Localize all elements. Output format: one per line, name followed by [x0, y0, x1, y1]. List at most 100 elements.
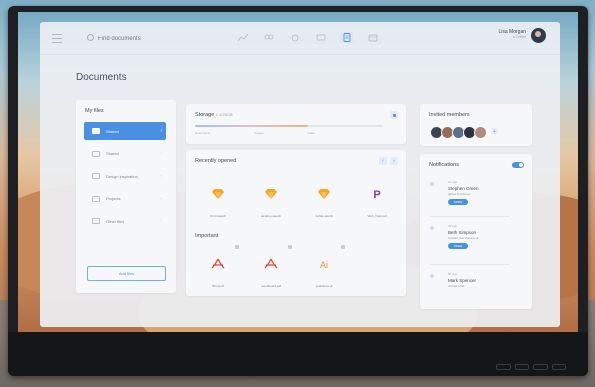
- doc-caption: guidelines.ai: [315, 284, 333, 288]
- sketch-icon: [301, 176, 347, 212]
- notifications-title: Notifications: [429, 162, 459, 168]
- file-item-label: Other files: [106, 218, 125, 224]
- storage-legend-video: Video: [307, 131, 315, 135]
- storage-bar: [195, 125, 383, 127]
- documents-icon[interactable]: [340, 32, 353, 43]
- important-doc[interactable]: moodboard.pdf: [245, 245, 297, 288]
- user-status: ● Online: [512, 35, 526, 39]
- notification-time: 5h ago: [448, 272, 458, 276]
- recent-pager: ‹ ›: [379, 157, 398, 165]
- notification-bullet: [430, 226, 434, 230]
- notifications-toggle[interactable]: [512, 162, 524, 168]
- add-files-button[interactable]: Add files: [87, 266, 166, 281]
- recent-doc[interactable]: desktop.sketch: [245, 176, 297, 218]
- doc-caption: desktop.sketch: [260, 214, 281, 218]
- doc-caption: UI kit.sketch: [209, 214, 227, 218]
- chart-icon[interactable]: [236, 32, 249, 43]
- file-item-design-inspiration[interactable]: Design inspiration ›: [84, 167, 166, 185]
- add-member-icon[interactable]: +: [491, 128, 498, 135]
- doc-caption: Brief.pdf: [212, 284, 224, 288]
- page-title: Documents: [76, 72, 127, 83]
- invited-members-card: Invited members +: [420, 104, 532, 146]
- files-list: Shared › Shared › Design inspiration › P…: [84, 122, 166, 235]
- notification-text: added 5 pictures: [448, 192, 471, 196]
- important-doc[interactable]: Brief.pdf: [192, 245, 244, 288]
- recent-doc[interactable]: UI kit.sketch: [192, 176, 244, 218]
- file-item-label: Design inspiration: [106, 173, 138, 179]
- sketch-icon: [195, 176, 241, 212]
- chevron-right-icon: ›: [160, 218, 162, 224]
- my-files-card: My files Shared › Shared › Design inspir…: [76, 100, 176, 293]
- sketch-icon: [248, 176, 294, 212]
- file-item-shared-active[interactable]: Shared ›: [84, 122, 166, 140]
- storage-options-icon[interactable]: [390, 111, 398, 119]
- notification-time: 2h ago: [448, 180, 458, 184]
- documents-app: Lisa Morgan ● Online Documents My files …: [40, 22, 560, 327]
- settings-icon[interactable]: [288, 32, 301, 43]
- storage-legend-documents: Documents: [195, 131, 211, 135]
- folder-icon: [92, 195, 100, 202]
- nav-icons: [236, 32, 379, 43]
- notification-open-button[interactable]: OPEN: [448, 199, 468, 205]
- file-item-shared[interactable]: Shared ›: [84, 145, 166, 163]
- storage-title: Storage 1.4/20GB: [195, 112, 233, 118]
- svg-text:Ai: Ai: [320, 260, 328, 270]
- users-icon[interactable]: [262, 32, 275, 43]
- file-item-label: Shared: [106, 128, 119, 134]
- search-icon: [87, 34, 94, 41]
- doc-caption: moodboard.pdf: [260, 284, 282, 288]
- user-info[interactable]: Lisa Morgan ● Online: [498, 29, 526, 39]
- file-item-label: Projects: [106, 196, 121, 201]
- pdf-icon: [195, 246, 241, 282]
- notification-open-button[interactable]: OPEN: [448, 243, 468, 249]
- pager-prev-button[interactable]: ‹: [379, 157, 387, 165]
- recent-doc[interactable]: mobile.sketch: [298, 176, 350, 218]
- documents-card: Recently opened ‹ › UI kit.sketch deskto…: [186, 150, 406, 296]
- file-item-other-files[interactable]: Other files ›: [84, 212, 166, 230]
- corner-badge: [288, 245, 292, 249]
- chat-icon[interactable]: [314, 32, 327, 43]
- monitor: Lisa Morgan ● Online Documents My files …: [8, 6, 588, 376]
- important-docs: Brief.pdf moodboard.pdf Ai guidelines.ai: [192, 245, 351, 288]
- divider: [430, 264, 510, 265]
- search-input[interactable]: [96, 31, 220, 47]
- menu-icon[interactable]: [52, 34, 62, 43]
- corner-badge: [235, 245, 239, 249]
- storage-value: 1.4/20GB: [215, 112, 233, 117]
- member-avatars: +: [430, 126, 498, 139]
- chevron-right-icon: ›: [160, 150, 162, 157]
- notification-text: shared a file: [448, 284, 465, 288]
- chevron-right-icon: ›: [160, 173, 162, 179]
- notifications-card: Notifications 2h ago Stephen Green added…: [420, 154, 532, 309]
- svg-text:P: P: [373, 189, 380, 200]
- notification-bullet: [430, 182, 434, 186]
- divider: [430, 216, 510, 217]
- avatar[interactable]: [531, 28, 546, 43]
- doc-caption: mobile.sketch: [314, 214, 334, 218]
- illustrator-icon: Ai: [301, 246, 347, 282]
- storage-legend: Documents Images Video: [195, 131, 315, 135]
- storage-legend-images: Images: [253, 131, 264, 135]
- file-item-label: Shared: [106, 151, 119, 156]
- notification-item: 5h ago Mark Spencer shared a file: [430, 272, 510, 320]
- recent-docs: UI kit.sketch desktop.sketch mobile.sket…: [192, 176, 404, 218]
- chevron-right-icon: ›: [160, 195, 162, 202]
- member-avatar[interactable]: [474, 126, 487, 139]
- pager-next-button[interactable]: ›: [390, 157, 398, 165]
- recent-doc[interactable]: P Web_final.psd: [351, 176, 403, 218]
- folder-icon: [92, 218, 100, 224]
- notification-user: Stephen Green: [448, 186, 479, 191]
- important-doc[interactable]: Ai guidelines.ai: [298, 245, 350, 288]
- folder-icon: [92, 128, 100, 134]
- file-item-projects[interactable]: Projects ›: [84, 190, 166, 208]
- chevron-right-icon: ›: [160, 128, 162, 134]
- pdf-icon: [248, 246, 294, 282]
- notification-item: 2h ago Stephen Green added 5 pictures OP…: [430, 180, 510, 228]
- storage-fill: [195, 125, 308, 127]
- notification-time: 3h ago: [448, 224, 458, 228]
- psd-icon: P: [354, 176, 400, 212]
- calendar-icon[interactable]: [366, 32, 379, 43]
- storage-card: Storage 1.4/20GB Documents Images Video: [186, 104, 406, 144]
- notification-text: created new document: [448, 236, 479, 240]
- folder-icon: [92, 173, 100, 179]
